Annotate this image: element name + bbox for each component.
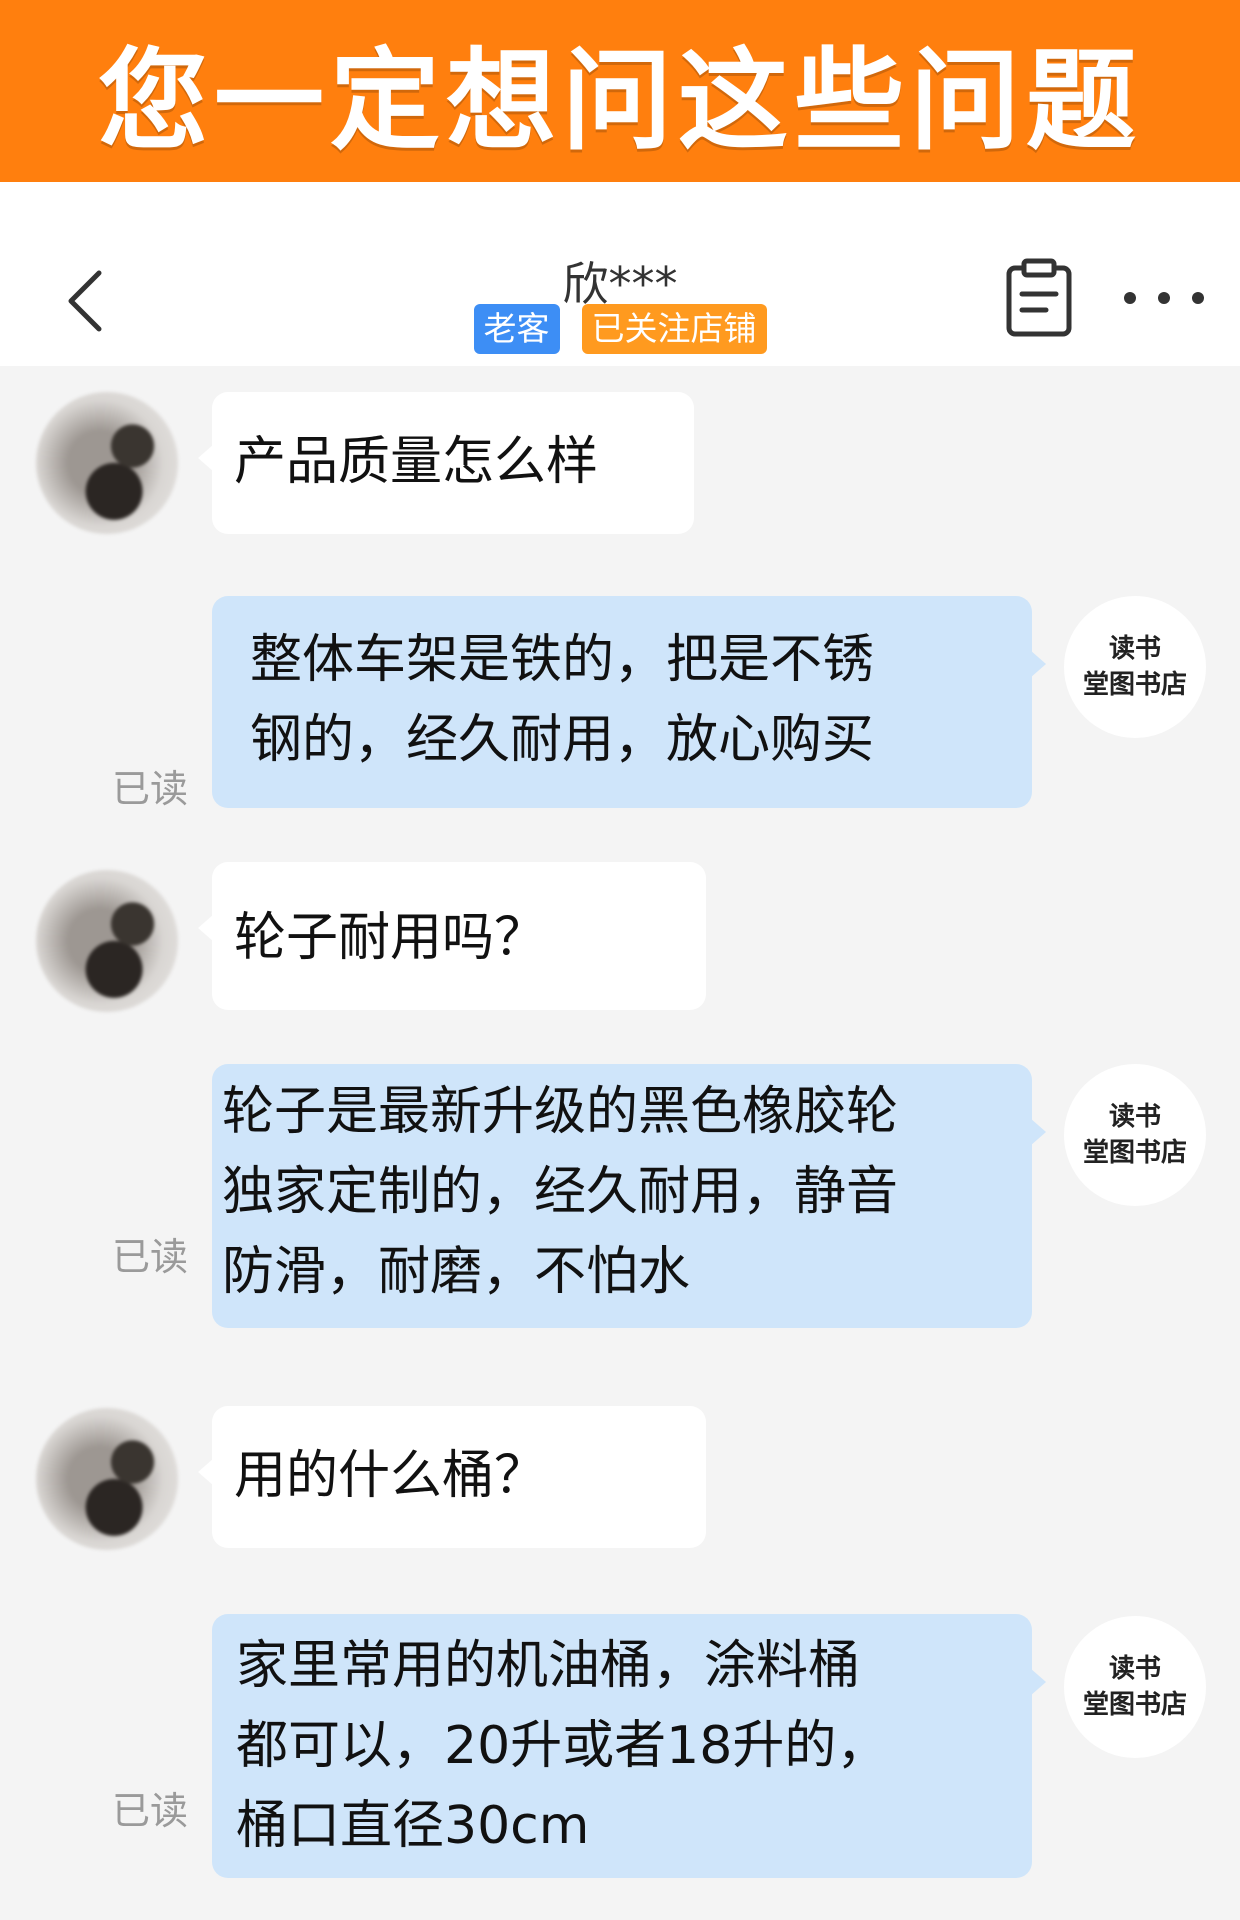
customer-avatar[interactable] [36, 870, 178, 1012]
shop-avatar-line1: 读书 [1108, 634, 1161, 664]
tag-returning-customer: 老客 [473, 304, 560, 354]
banner-title: 您一定想问这些问题 [98, 37, 1142, 165]
tag-followed-store: 已关注店铺 [581, 304, 767, 354]
more-button[interactable] [1124, 278, 1204, 318]
shop-avatar-line1: 读书 [1108, 1654, 1161, 1684]
message-line: 桶口直径30cm [236, 1796, 590, 1856]
message-outgoing: 轮子是最新升级的黑色橡胶轮 独家定制的，经久耐用，静音 防滑，耐磨，不怕水 [212, 1064, 1046, 1328]
shop-avatar[interactable]: 读书 堂图书店 [1064, 1616, 1206, 1758]
shop-avatar[interactable]: 读书 堂图书店 [1064, 1064, 1206, 1206]
read-status: 已读 [112, 1235, 189, 1279]
message-incoming: 产品质量怎么样 [198, 392, 694, 534]
message-line: 家里常用的机油桶，涂料桶 [236, 1636, 861, 1696]
read-status: 已读 [112, 767, 189, 811]
shop-avatar-line2: 堂图书店 [1082, 670, 1187, 700]
promo-banner: 您一定想问这些问题 [0, 0, 1240, 182]
read-status: 已读 [112, 1789, 189, 1833]
chat-header: 欣*** 老客 已关注店铺 [0, 182, 1240, 366]
message-line: 整体车架是铁的，把是不锈 [250, 630, 875, 690]
clipboard-button[interactable] [1004, 258, 1074, 338]
message-line: 独家定制的，经久耐用，静音 [222, 1162, 899, 1222]
message-line: 都可以，20升或者18升的， [236, 1716, 889, 1776]
customer-avatar[interactable] [36, 392, 178, 534]
message-text: 产品质量怎么样 [234, 432, 599, 492]
message-text: 轮子耐用吗？ [234, 908, 547, 968]
clipboard-icon [1006, 258, 1072, 337]
message-incoming: 轮子耐用吗？ [198, 862, 706, 1010]
more-dots-icon [1124, 292, 1136, 304]
shop-avatar-line1: 读书 [1108, 1102, 1161, 1132]
message-line: 轮子是最新升级的黑色橡胶轮 [222, 1082, 899, 1142]
customer-avatar[interactable] [36, 1408, 178, 1550]
shop-avatar[interactable]: 读书 堂图书店 [1064, 596, 1206, 738]
message-outgoing: 整体车架是铁的，把是不锈 钢的，经久耐用，放心购买 [212, 596, 1046, 808]
shop-avatar-line2: 堂图书店 [1082, 1138, 1187, 1168]
message-line: 钢的，经久耐用，放心购买 [250, 710, 875, 770]
shop-avatar-line2: 堂图书店 [1082, 1690, 1187, 1720]
message-incoming: 用的什么桶？ [198, 1406, 706, 1548]
message-outgoing: 家里常用的机油桶，涂料桶 都可以，20升或者18升的， 桶口直径30cm [212, 1614, 1046, 1878]
message-text: 用的什么桶？ [234, 1446, 547, 1506]
message-line: 防滑，耐磨，不怕水 [222, 1242, 691, 1302]
